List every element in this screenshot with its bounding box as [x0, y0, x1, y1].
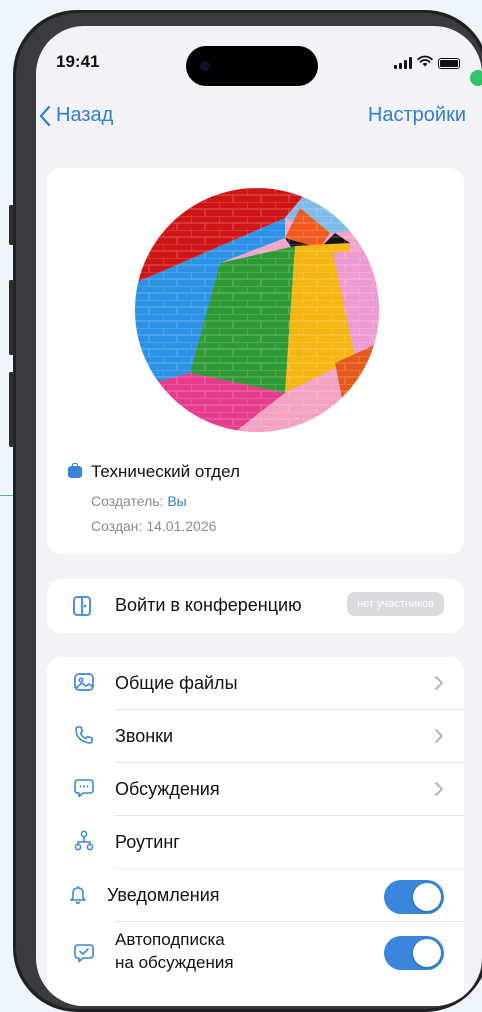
label-line-1: Автоподписка [115, 930, 225, 949]
menu-item-label: Общие файлы [115, 673, 238, 693]
group-name: Технический отдел [91, 462, 240, 481]
chevron-right-icon [435, 729, 443, 743]
join-conference-label: Войти в конференцию [115, 595, 302, 615]
camera-dot [200, 61, 210, 71]
signal-icon [394, 57, 412, 69]
group-title-row: Технический отдел [68, 462, 240, 482]
volume-up-button [9, 280, 14, 355]
participants-badge: нет участников [347, 592, 444, 616]
menu-item-label: Автоподписка на обсуждения [115, 928, 234, 974]
creator-line: Создатель: Вы [91, 493, 187, 509]
chevron-right-icon [435, 782, 443, 796]
wifi-icon [417, 54, 433, 72]
menu-item-label: Уведомления [107, 885, 220, 905]
label-line-2: на обсуждения [115, 953, 234, 972]
status-bar: 19:41 [36, 26, 482, 96]
created-label: Создан: [91, 518, 143, 534]
status-dot [470, 70, 482, 86]
action-button [9, 205, 14, 245]
menu-item-routing[interactable]: Роутинг [47, 816, 464, 869]
profile-card: Технический отдел Создатель: Вы Создан: … [47, 168, 464, 554]
app-screen: 19:41 Назад Настройки Технический отдел … [36, 26, 482, 1006]
chevron-right-icon [435, 676, 443, 690]
chat-check-icon [73, 942, 95, 964]
back-button[interactable]: Назад [38, 104, 113, 127]
status-icons [394, 54, 460, 72]
chevron-left-icon [39, 105, 51, 126]
door-icon [71, 595, 93, 617]
menu-item-autosubscribe: Автоподписка на обсуждения [47, 922, 464, 984]
phone-icon [73, 724, 95, 746]
menu-item-shared-files[interactable]: Общие файлы [47, 657, 464, 710]
volume-down-button [9, 372, 14, 447]
settings-menu: Общие файлы Звонки Обсуждения Роутинг Ув… [47, 657, 464, 1006]
created-line: Создан: 14.01.2026 [91, 518, 216, 534]
join-conference-row[interactable]: Войти в конференцию нет участников [47, 579, 464, 633]
autosubscribe-toggle[interactable] [384, 936, 444, 970]
status-time: 19:41 [56, 52, 100, 71]
group-avatar[interactable] [135, 188, 379, 432]
notifications-toggle[interactable] [384, 880, 444, 914]
created-date: 14.01.2026 [146, 518, 217, 534]
navigation-bar: Назад Настройки [36, 104, 482, 134]
back-label: Назад [56, 104, 114, 126]
menu-item-notifications: Уведомления [47, 869, 464, 922]
settings-button[interactable]: Настройки [368, 104, 466, 127]
briefcase-icon [68, 463, 82, 478]
menu-item-label: Роутинг [115, 832, 180, 852]
creator-label: Создатель: [91, 493, 164, 509]
bell-icon [67, 883, 89, 905]
creator-value[interactable]: Вы [167, 493, 186, 509]
battery-icon [438, 57, 460, 69]
menu-item-label: Звонки [115, 726, 174, 746]
image-icon [73, 671, 95, 693]
routing-icon [73, 830, 95, 852]
menu-item-discussions[interactable]: Обсуждения [47, 763, 464, 816]
menu-item-calls[interactable]: Звонки [47, 710, 464, 763]
chat-icon [73, 777, 95, 799]
menu-item-label: Обсуждения [115, 779, 220, 799]
dynamic-island [186, 46, 318, 86]
